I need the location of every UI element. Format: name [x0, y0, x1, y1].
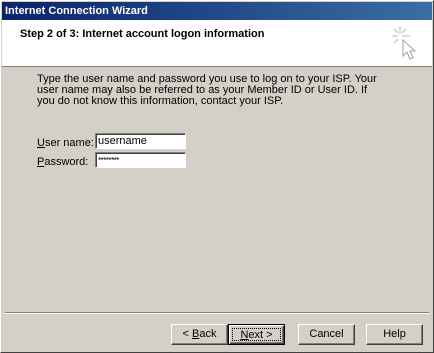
password-field[interactable] — [95, 152, 186, 168]
username-label-accel: U — [37, 137, 45, 149]
password-label-text: assword: — [44, 156, 89, 168]
title-bar: Internet Connection Wizard — [2, 2, 432, 20]
back-button-label: ack — [199, 328, 217, 340]
next-button-label: ext > — [248, 329, 273, 341]
button-separator — [5, 312, 429, 314]
step-title: Step 2 of 3: Internet account logon info… — [20, 28, 265, 40]
help-button[interactable]: Help — [366, 324, 423, 345]
wizard-header: Step 2 of 3: Internet account logon info… — [2, 20, 432, 67]
window-title: Internet Connection Wizard — [5, 5, 148, 17]
next-button[interactable]: Next > — [228, 324, 285, 345]
username-field[interactable] — [95, 133, 186, 149]
back-button[interactable]: < Back — [171, 324, 228, 345]
cancel-button[interactable]: Cancel — [298, 324, 355, 345]
cancel-button-label: Cancel — [309, 328, 344, 340]
next-button-focus: Next > — [232, 328, 281, 341]
wizard-cursor-icon — [392, 26, 417, 60]
back-button-prefix: < — [182, 328, 192, 340]
wizard-window: Internet Connection Wizard Step 2 of 3: … — [0, 0, 434, 353]
password-label: Password: — [37, 156, 88, 168]
username-label: User name: — [37, 137, 94, 149]
help-button-label: Help — [383, 328, 406, 340]
username-label-text: ser name: — [44, 137, 94, 149]
instructions-text: Type the user name and password you use … — [37, 73, 377, 107]
